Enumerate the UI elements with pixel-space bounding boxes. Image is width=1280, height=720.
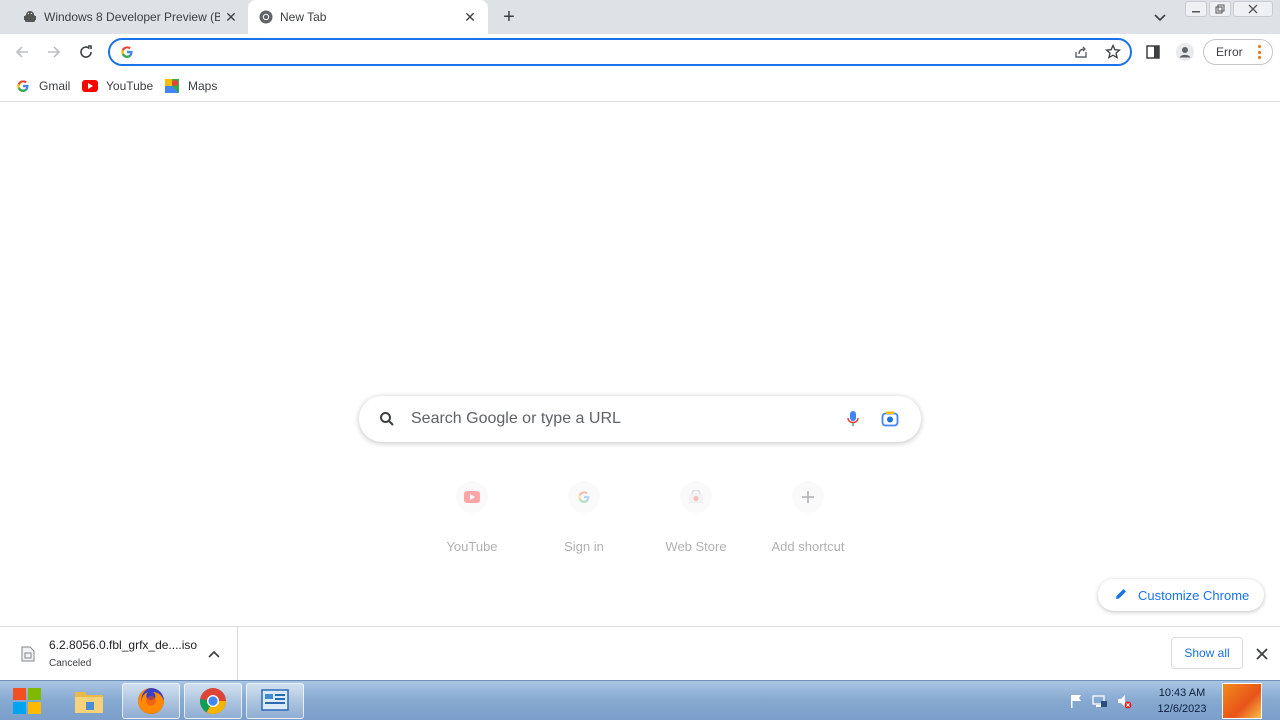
system-clock[interactable]: 10:43 AM 12/6/2023 bbox=[1150, 685, 1214, 717]
share-icon[interactable] bbox=[1073, 44, 1089, 60]
forward-icon[interactable] bbox=[44, 42, 64, 62]
android-icon bbox=[22, 9, 38, 25]
profile-avatar-icon[interactable] bbox=[1175, 42, 1195, 62]
shortcut-label: Web Store bbox=[665, 539, 727, 554]
shortcut-add[interactable]: Add shortcut bbox=[752, 481, 864, 561]
bookmark-gmail[interactable]: Gmail bbox=[15, 76, 70, 96]
tab-title: Windows 8 Developer Preview (Build bbox=[44, 10, 220, 24]
shortcut-label: Add shortcut bbox=[771, 539, 845, 554]
bookmark-label: Maps bbox=[188, 79, 218, 93]
close-downloads-icon[interactable] bbox=[1254, 646, 1270, 662]
maps-icon bbox=[164, 78, 180, 94]
bookmark-label: YouTube bbox=[106, 79, 154, 93]
shortcut-label: Sign in bbox=[564, 539, 604, 554]
youtube-icon bbox=[82, 78, 98, 94]
minimize-icon[interactable] bbox=[1185, 1, 1207, 17]
downloads-bar: 6.2.8056.0.fbl_grfx_de....iso Canceled S… bbox=[0, 626, 1280, 681]
bookmarks-bar: Gmail YouTube Maps bbox=[0, 70, 1280, 102]
search-icon bbox=[379, 411, 395, 427]
toolbar: Error bbox=[0, 34, 1280, 70]
youtube-icon bbox=[456, 481, 488, 513]
file-explorer-icon[interactable] bbox=[60, 683, 118, 719]
tab-title: New Tab bbox=[280, 10, 327, 24]
omnibox[interactable] bbox=[108, 38, 1132, 66]
start-orb bbox=[13, 688, 41, 714]
chrome-icon[interactable] bbox=[184, 683, 242, 719]
close-tab-icon[interactable]: ✕ bbox=[462, 9, 478, 25]
lens-camera-icon[interactable] bbox=[881, 410, 899, 428]
bookmark-maps[interactable]: Maps bbox=[164, 76, 217, 96]
tab-new-tab[interactable]: New Tab ✕ bbox=[248, 0, 488, 34]
reload-icon[interactable] bbox=[76, 42, 96, 62]
new-tab-page: Search Google or type a URL YouTube Sign… bbox=[0, 103, 1280, 626]
shortcut-sign-in[interactable]: Sign in bbox=[528, 481, 640, 561]
customize-chrome-button[interactable]: Customize Chrome bbox=[1098, 579, 1264, 611]
bookmark-star-icon[interactable] bbox=[1104, 43, 1122, 60]
clock-date: 12/6/2023 bbox=[1157, 703, 1207, 715]
show-all-button[interactable]: Show all bbox=[1171, 637, 1243, 669]
profile-error-button[interactable]: Error bbox=[1203, 39, 1273, 65]
shortcut-web-store[interactable]: Web Store bbox=[640, 481, 752, 561]
new-tab-button[interactable]: + bbox=[498, 6, 520, 28]
omnibox-input[interactable] bbox=[146, 44, 1046, 62]
voice-search-icon[interactable] bbox=[846, 410, 860, 428]
network-icon[interactable] bbox=[1092, 693, 1108, 709]
restore-icon[interactable] bbox=[1209, 1, 1231, 17]
bookmark-label: Gmail bbox=[39, 79, 71, 93]
tab-strip: Windows 8 Developer Preview (Build ✕ New… bbox=[0, 0, 1280, 34]
close-tab-icon[interactable]: ✕ bbox=[223, 9, 239, 25]
chevron-up-icon[interactable] bbox=[206, 647, 222, 663]
web-store-icon bbox=[680, 481, 712, 513]
google-icon bbox=[15, 78, 31, 94]
start-button[interactable] bbox=[0, 683, 54, 719]
taskbar: 10:43 AM 12/6/2023 bbox=[0, 680, 1280, 720]
file-icon bbox=[21, 646, 35, 662]
tab-windows8[interactable]: Windows 8 Developer Preview (Build ✕ bbox=[0, 0, 246, 34]
firefox-icon[interactable] bbox=[122, 683, 180, 719]
plus-icon bbox=[792, 481, 824, 513]
google-icon bbox=[120, 45, 134, 59]
download-item[interactable]: 6.2.8056.0.fbl_grfx_de....iso Canceled bbox=[0, 627, 238, 681]
show-desktop-flower-thumbnail[interactable] bbox=[1222, 683, 1262, 719]
profile-error-label: Error bbox=[1216, 45, 1243, 59]
shortcut-youtube[interactable]: YouTube bbox=[416, 481, 528, 561]
shortcut-label: YouTube bbox=[446, 539, 498, 554]
menu-dots-icon bbox=[1258, 45, 1262, 59]
customize-chrome-label: Customize Chrome bbox=[1138, 587, 1250, 603]
google-icon bbox=[568, 481, 600, 513]
control-panel-icon[interactable] bbox=[246, 683, 304, 719]
tab-search-icon[interactable] bbox=[1152, 9, 1168, 25]
ntp-search-box[interactable]: Search Google or type a URL bbox=[359, 396, 921, 442]
action-center-flag-icon[interactable] bbox=[1068, 693, 1084, 709]
clock-time: 10:43 AM bbox=[1158, 687, 1206, 699]
close-icon[interactable] bbox=[1233, 1, 1273, 17]
volume-muted-icon[interactable] bbox=[1116, 693, 1132, 709]
side-panel-icon[interactable] bbox=[1143, 42, 1163, 62]
download-file-name: 6.2.8056.0.fbl_grfx_de....iso bbox=[49, 638, 198, 652]
bookmark-youtube[interactable]: YouTube bbox=[82, 76, 153, 96]
chrome-icon bbox=[258, 9, 274, 25]
pencil-icon bbox=[1114, 587, 1130, 603]
ntp-search-placeholder: Search Google or type a URL bbox=[411, 410, 621, 427]
download-status: Canceled bbox=[49, 658, 92, 669]
back-icon[interactable] bbox=[12, 42, 32, 62]
